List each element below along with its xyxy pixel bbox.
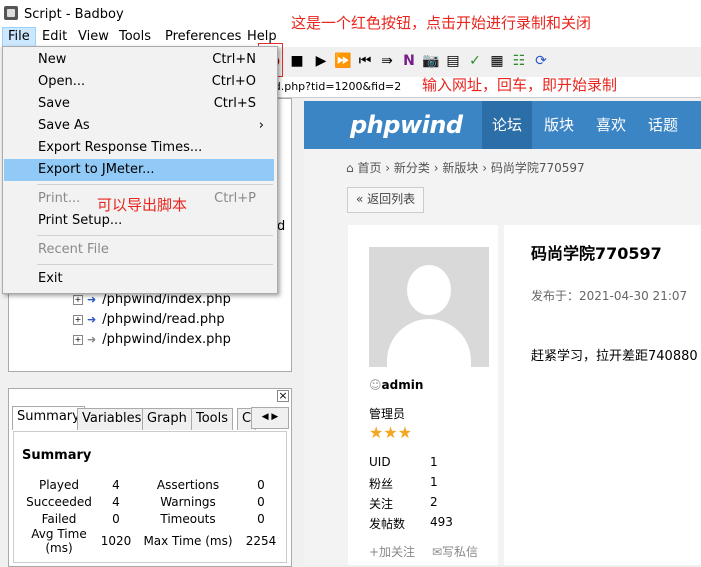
request-arrow-icon: ➜: [87, 313, 97, 326]
annotation-record: 这是一个红色按钮，点击开始进行录制和关闭: [291, 14, 592, 32]
nav-board[interactable]: 版块: [544, 101, 574, 149]
request-arrow-icon: ➜: [87, 293, 97, 306]
table-icon[interactable]: ▦: [488, 52, 506, 70]
follow-button[interactable]: +加关注: [369, 543, 415, 560]
app-icon: [4, 6, 18, 20]
user-role: 管理员: [369, 407, 406, 421]
home-icon: ⌂: [346, 161, 354, 175]
menu-preferences[interactable]: Preferences: [160, 28, 246, 47]
breadcrumb-category[interactable]: 新分类: [394, 161, 430, 175]
toolbar: ● ■ ▶ ⏩ ⏮ ⇛ N 📷 ▤ ✓ ▦ ☷ ⟳: [255, 49, 701, 73]
step-icon[interactable]: ⇛: [378, 52, 396, 70]
submenu-arrow-icon: ›: [258, 118, 264, 133]
tab-variables[interactable]: Variables: [77, 408, 147, 430]
menu-file[interactable]: File: [2, 27, 36, 48]
stat-label: 关注: [369, 497, 394, 511]
stat-value: 1: [430, 455, 438, 469]
address-input[interactable]: ad.php?tid=1200&fid=2: [267, 80, 401, 93]
post-title: 码尚学院770597: [531, 244, 662, 263]
menu-item-save-as[interactable]: Save As ›: [4, 115, 274, 137]
tab-scroll-arrows[interactable]: ◀ ▶: [251, 407, 289, 429]
menu-item-export-response-times[interactable]: Export Response Times...: [4, 137, 274, 159]
table-row: Failed 0 Timeouts 0: [41, 511, 265, 526]
menu-separator: [37, 264, 273, 265]
stat-value: 493: [430, 515, 453, 529]
menu-item-recent-file[interactable]: Recent File: [4, 239, 274, 261]
site-logo[interactable]: phpwind: [350, 111, 463, 139]
menu-separator: [37, 235, 273, 236]
tree-item[interactable]: + ➜/phpwind/index.php: [73, 330, 231, 350]
document-icon[interactable]: ▤: [444, 52, 462, 70]
stat-label: 发帖数: [369, 517, 406, 531]
menu-edit[interactable]: Edit: [37, 28, 72, 47]
file-menu: New Ctrl+N Open... Ctrl+O Save Ctrl+S Save …: [2, 46, 278, 294]
tab-tools[interactable]: Tools: [191, 408, 234, 430]
expand-icon[interactable]: +: [73, 295, 83, 305]
expand-icon[interactable]: +: [73, 335, 83, 345]
site-header: phpwind 论坛 版块 喜欢 话题: [304, 101, 701, 149]
menu-item-new[interactable]: New Ctrl+N: [4, 49, 274, 71]
menu-item-open[interactable]: Open... Ctrl+O: [4, 71, 274, 93]
post-date: 发布于：2021-04-30 21:07: [531, 289, 688, 303]
stat-value: 2: [430, 495, 438, 509]
n-icon[interactable]: N: [400, 52, 418, 70]
back-to-list-button[interactable]: « 返回列表: [347, 187, 425, 213]
tree-item[interactable]: + ➜/phpwind/read.php: [73, 310, 225, 330]
menu-item-exit[interactable]: Exit: [4, 268, 274, 290]
nav-like[interactable]: 喜欢: [596, 101, 626, 149]
menu-tools[interactable]: Tools: [114, 28, 156, 47]
tab-graph[interactable]: Graph: [142, 408, 192, 430]
tree-icon[interactable]: ☷: [510, 52, 528, 70]
table-row: Succeeded 4 Warnings 0: [26, 494, 265, 509]
rank-stars: ★★★: [369, 423, 413, 442]
stop-icon[interactable]: ■: [288, 52, 306, 70]
check-icon[interactable]: ✓: [466, 52, 484, 70]
user-card: ☺admin 管理员 ★★★ UID 1 粉丝 1 关注 2 发帖数 493 +…: [348, 225, 498, 565]
window-title: Script - Badboy: [24, 7, 124, 22]
breadcrumb: ⌂ 首页 › 新分类 › 新版块 › 码尚学院770597: [346, 161, 585, 175]
stat-value: 1: [430, 475, 438, 489]
tree-partial-text: d: [277, 219, 286, 234]
summary-pane: × Summary Variables Graph Tools C ◀ ▶ Su…: [8, 388, 292, 567]
nav-forum[interactable]: 论坛: [482, 101, 533, 149]
post-card: 码尚学院770597 发布于：2021-04-30 21:07 赶紧学习，拉开差…: [504, 225, 701, 565]
avatar[interactable]: [369, 247, 489, 367]
request-arrow-icon: ➜: [87, 333, 97, 346]
user-icon: ☺: [369, 378, 382, 392]
play-all-icon[interactable]: ⏩: [334, 52, 352, 70]
user-name[interactable]: ☺admin: [369, 378, 423, 392]
rewind-icon[interactable]: ⏮: [356, 52, 374, 70]
table-row: Played 4 Assertions 0: [38, 477, 265, 492]
message-button[interactable]: ✉写私信: [432, 543, 478, 560]
camera-icon[interactable]: 📷: [422, 52, 440, 70]
menu-item-save[interactable]: Save Ctrl+S: [4, 93, 274, 115]
browser-view: phpwind 论坛 版块 喜欢 话题 ⌂ 首页 › 新分类 › 新版块 › 码…: [304, 101, 701, 565]
refresh-icon[interactable]: ⟳: [532, 52, 550, 70]
summary-title: Summary: [22, 448, 92, 463]
stat-label: UID: [369, 455, 391, 469]
table-row: Avg Time (ms) 1020 Max Time (ms) 2254: [31, 527, 277, 555]
menu-view[interactable]: View: [73, 28, 114, 47]
expand-icon[interactable]: +: [73, 315, 83, 325]
post-body: 赶紧学习，拉开差距740880: [531, 349, 698, 364]
play-icon[interactable]: ▶: [312, 52, 330, 70]
menu-separator: [37, 184, 273, 185]
tab-summary[interactable]: Summary: [12, 406, 85, 430]
menu-item-export-jmeter[interactable]: Export to JMeter...: [4, 159, 274, 181]
summary-table: Played 4 Assertions 0 Succeeded 4 Warnings 0 F…: [18, 476, 278, 556]
summary-box: Summary Played 4 Assertions 0 Succeeded 4 War…: [13, 431, 287, 563]
annotation-export: 可以导出脚本: [97, 196, 188, 214]
breadcrumb-post: 码尚学院770597: [490, 161, 585, 175]
close-pane-icon[interactable]: ×: [277, 390, 289, 402]
stat-label: 粉丝: [369, 477, 394, 491]
breadcrumb-home[interactable]: 首页: [357, 161, 381, 175]
breadcrumb-board[interactable]: 新版块: [442, 161, 478, 175]
nav-topic[interactable]: 话题: [648, 101, 678, 149]
annotation-url: 输入网址，回车，即开始录制: [422, 76, 618, 94]
